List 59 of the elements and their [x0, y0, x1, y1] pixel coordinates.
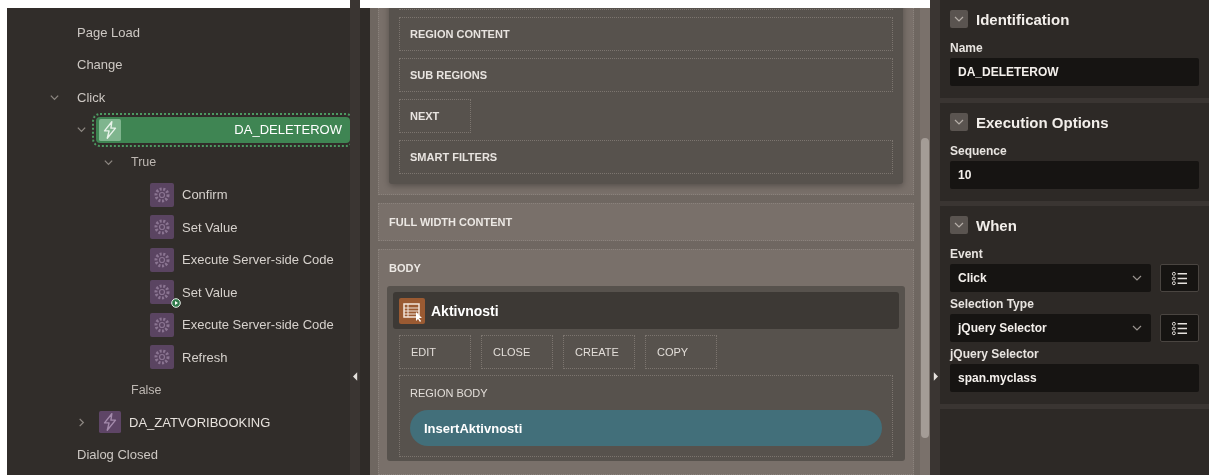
tree-item[interactable]: Set Value [174, 219, 238, 235]
layout-slot[interactable]: COPY [645, 335, 717, 369]
slot-label: BODY [388, 261, 422, 276]
layout-slot[interactable]: SUB REGIONS [399, 58, 893, 92]
slot-label: REGION BODY [410, 386, 489, 401]
collapse-chevron-icon[interactable] [950, 216, 968, 234]
tree-item[interactable]: Page Load [69, 24, 140, 40]
gear-icon [150, 312, 174, 337]
tree-item[interactable]: Execute Server-side Code [174, 317, 334, 333]
lightning-icon [99, 411, 121, 434]
collapse-chevron-icon[interactable] [950, 10, 968, 28]
field-label: Name [950, 40, 984, 57]
scrollbar[interactable] [920, 8, 930, 475]
field-label: Selection Type [950, 296, 1035, 313]
gear-icon [150, 182, 174, 207]
section-title: When [976, 216, 1017, 234]
field-label: Sequence [950, 143, 1008, 160]
tree-item[interactable]: False [123, 382, 162, 397]
collapse-chevron-icon[interactable] [950, 113, 968, 131]
section-title: Identification [976, 10, 1070, 28]
tree-item[interactable]: Click [69, 89, 106, 105]
layout-slot[interactable]: CREATE [563, 335, 635, 369]
tree-item[interactable]: Refresh [174, 349, 228, 365]
report-icon [399, 297, 425, 324]
list-icon [1171, 270, 1188, 286]
select-field[interactable]: jQuery Selector [950, 314, 1151, 342]
tree-item[interactable]: Change [69, 57, 123, 73]
tree-item[interactable]: Confirm [174, 187, 228, 203]
layout-slot[interactable]: SMART FILTERS [399, 140, 893, 174]
gear-icon [150, 280, 174, 305]
layout-slot[interactable]: EDIT [399, 335, 471, 369]
field-label: jQuery Selector [950, 346, 1040, 363]
tree-item[interactable]: Execute Server-side Code [174, 252, 334, 268]
layout-slot[interactable]: CLOSE [481, 335, 553, 369]
list-button[interactable] [1160, 264, 1199, 292]
list-button[interactable] [1160, 314, 1199, 342]
field-label: Event [950, 246, 984, 263]
gear-icon [150, 247, 174, 272]
chevron-icon[interactable] [76, 416, 87, 428]
section-title: Execution Options [976, 113, 1109, 131]
layout-slot[interactable]: FULL WIDTH CONTENT [378, 203, 914, 241]
tree-item[interactable]: Dialog Closed [69, 447, 158, 463]
button-item[interactable]: InsertAktivnosti [410, 410, 882, 446]
text-field[interactable]: DA_DELETEROW [950, 58, 1199, 86]
select-field[interactable]: Click [950, 264, 1151, 292]
layout-slot[interactable]: REGION CONTENT [399, 17, 893, 51]
tree-item[interactable]: DA_ZATVORIBOOKING [96, 409, 279, 436]
tree-item[interactable]: Set Value [174, 284, 238, 300]
lightning-icon [99, 118, 121, 141]
expand-arrow-icon[interactable] [932, 372, 938, 381]
tree-item[interactable]: True [123, 155, 157, 170]
text-field[interactable]: 10 [950, 161, 1199, 189]
gear-icon [150, 345, 174, 370]
layout-slot[interactable]: NEXT [399, 99, 471, 133]
collapse-arrow-icon[interactable] [352, 372, 358, 381]
text-field[interactable]: span.myclass [950, 364, 1199, 392]
gear-icon [150, 215, 174, 240]
region-header[interactable]: Aktivnosti [393, 292, 899, 329]
list-icon [1171, 320, 1188, 336]
